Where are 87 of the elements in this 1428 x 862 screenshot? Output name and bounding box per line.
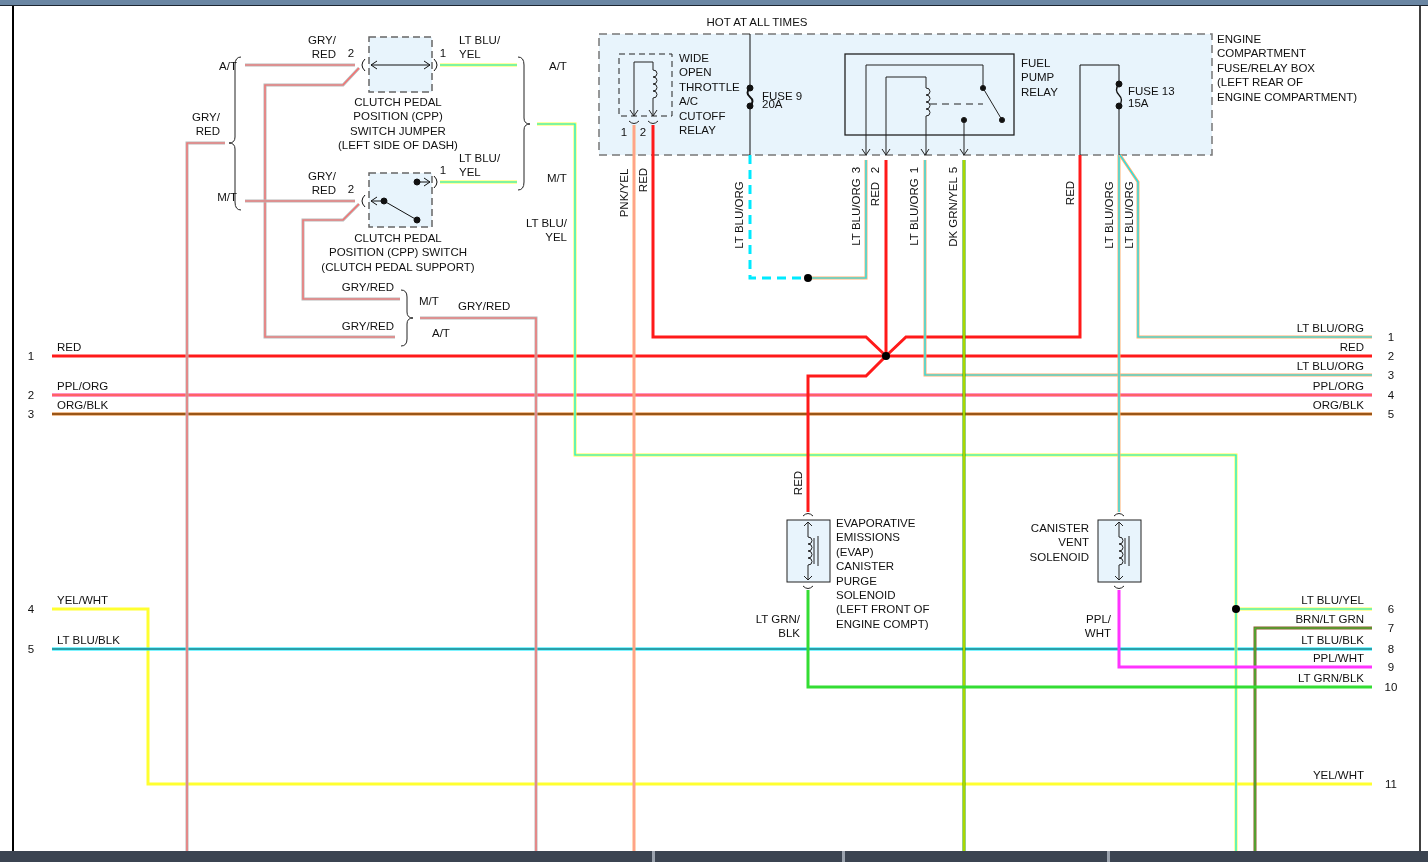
transmission-label: A/T	[219, 60, 237, 72]
wire-label: GRY/ RED	[308, 34, 336, 60]
junction-dot	[1232, 605, 1240, 613]
component-label: EVAPORATIVE EMISSIONS (EVAP) CANISTER PURGE SOLENOID (LEFT FRONT OF ENGINE COMPT)	[836, 517, 930, 630]
pin-number: 2	[869, 166, 881, 174]
wire-label: LT BLU/ORG	[733, 181, 745, 249]
pin-number: 2	[347, 183, 355, 195]
fuse-label: FUSE 9 20A	[762, 90, 803, 110]
connector-number: 9	[1387, 661, 1395, 673]
transmission-label: A/T	[549, 60, 567, 72]
wire-label: RED	[1064, 180, 1076, 206]
connector-number: 2	[1387, 350, 1395, 362]
wire-label: ORG/BLK	[1312, 399, 1364, 411]
component-label: CLUTCH PEDAL POSITION (CPP) SWITCH JUMPER (LEFT SIDE OF DASH)	[338, 96, 458, 152]
wire-label: LT BLU/BLK	[1301, 634, 1364, 646]
wire-label: LT BLU/YEL	[1301, 594, 1364, 606]
wire-label: RED	[637, 167, 649, 193]
connector-number: 6	[1387, 603, 1395, 615]
connector-number: 3	[27, 408, 35, 420]
wire-label: LT BLU/ORG	[1296, 322, 1364, 334]
fuse-label: FUSE 13 15A	[1128, 85, 1175, 109]
wire-label: LT GRN/ BLK	[755, 613, 800, 639]
wire-label: LT BLU/ YEL	[525, 217, 567, 243]
connector-number: 3	[1387, 369, 1395, 381]
power-label: HOT AT ALL TIMES	[706, 16, 808, 28]
relay-drawing	[618, 53, 673, 124]
pin-number: 2	[639, 126, 647, 138]
component-label: CLUTCH PEDAL POSITION (CPP) SWITCH (CLUTCH PEDAL SUPPORT)	[321, 232, 475, 273]
wire-label: PPL/ORG	[1312, 380, 1364, 392]
wire-label: LT GRN/BLK	[1297, 672, 1364, 684]
wire-label: LT BLU/ YEL	[459, 152, 501, 178]
wire-label: ORG/BLK	[57, 399, 109, 411]
fuse-icon	[746, 33, 754, 156]
connector-number: 11	[1385, 778, 1397, 790]
wire-label: LT BLU/ YEL	[459, 34, 501, 60]
fuse-icon	[1079, 64, 1123, 156]
wire-label: LT BLU/BLK	[57, 634, 120, 646]
wire-label: PPL/ORG	[57, 380, 109, 392]
connector-number: 8	[1387, 643, 1395, 655]
wire-label: LT BLU/ORG	[908, 178, 920, 246]
wire-label: GRY/RED	[341, 281, 394, 293]
connector-number: 5	[1387, 408, 1395, 420]
component-label: CANISTER VENT SOLENOID	[1029, 522, 1089, 563]
component-label: WIDE OPEN THROTTLE A/C CUTOFF RELAY	[679, 52, 740, 136]
wire-label: LT BLU/ORG	[850, 178, 862, 246]
connector-number: 1	[1387, 331, 1395, 343]
junction-dot	[804, 274, 812, 282]
connector-number: 4	[27, 603, 35, 615]
pin-number: 1	[620, 126, 628, 138]
wire-label: LT BLU/ORG	[1123, 181, 1135, 249]
connector-number: 2	[27, 389, 35, 401]
transmission-label: M/T	[547, 172, 567, 184]
wire-label: RED	[869, 181, 881, 207]
wire-label: BRN/LT GRN	[1295, 613, 1364, 625]
wire-label: GRY/ RED	[192, 111, 220, 137]
pin-number: 1	[908, 166, 920, 174]
wire-label: RED	[792, 470, 804, 496]
wire-label: YEL/WHT	[57, 594, 109, 606]
transmission-label: A/T	[432, 327, 450, 339]
connector-number: 4	[1387, 389, 1395, 401]
wire-label: GRY/ RED	[308, 170, 336, 196]
transmission-label: M/T	[419, 295, 439, 307]
pin-number: 1	[439, 47, 447, 59]
wire-label: LT BLU/ORG	[1103, 181, 1115, 249]
wire-label: PPL/ WHT	[1084, 613, 1111, 639]
wire-label: LT BLU/ORG	[1296, 360, 1364, 372]
pin-number: 5	[947, 166, 959, 174]
wire-label: GRY/RED	[341, 320, 394, 332]
connector-number: 7	[1387, 622, 1395, 634]
wire-label: GRY/RED	[458, 300, 511, 312]
wire-label: YEL/WHT	[1312, 769, 1364, 781]
brace-drawing	[400, 289, 414, 347]
wire-label: PPL/WHT	[1312, 652, 1364, 664]
pin-number: 3	[850, 166, 862, 174]
wire-label: RED	[1339, 341, 1364, 353]
wire-label: DK GRN/YEL	[947, 177, 959, 247]
transmission-label: M/T	[217, 191, 237, 203]
connector-number: 5	[27, 643, 35, 655]
connector-number: 10	[1384, 681, 1398, 693]
connector-number: 1	[27, 350, 35, 362]
wire-label: PNK/YEL	[618, 168, 630, 218]
junction-dot	[882, 352, 890, 360]
wire-label: RED	[57, 341, 82, 353]
pin-number: 1	[439, 164, 447, 176]
component-label: FUEL PUMP RELAY	[1021, 57, 1058, 98]
component-label: ENGINE COMPARTMENT FUSE/RELAY BOX (LEFT REAR OF ENGINE COMPARTMENT)	[1217, 33, 1358, 103]
pin-number: 2	[347, 47, 355, 59]
